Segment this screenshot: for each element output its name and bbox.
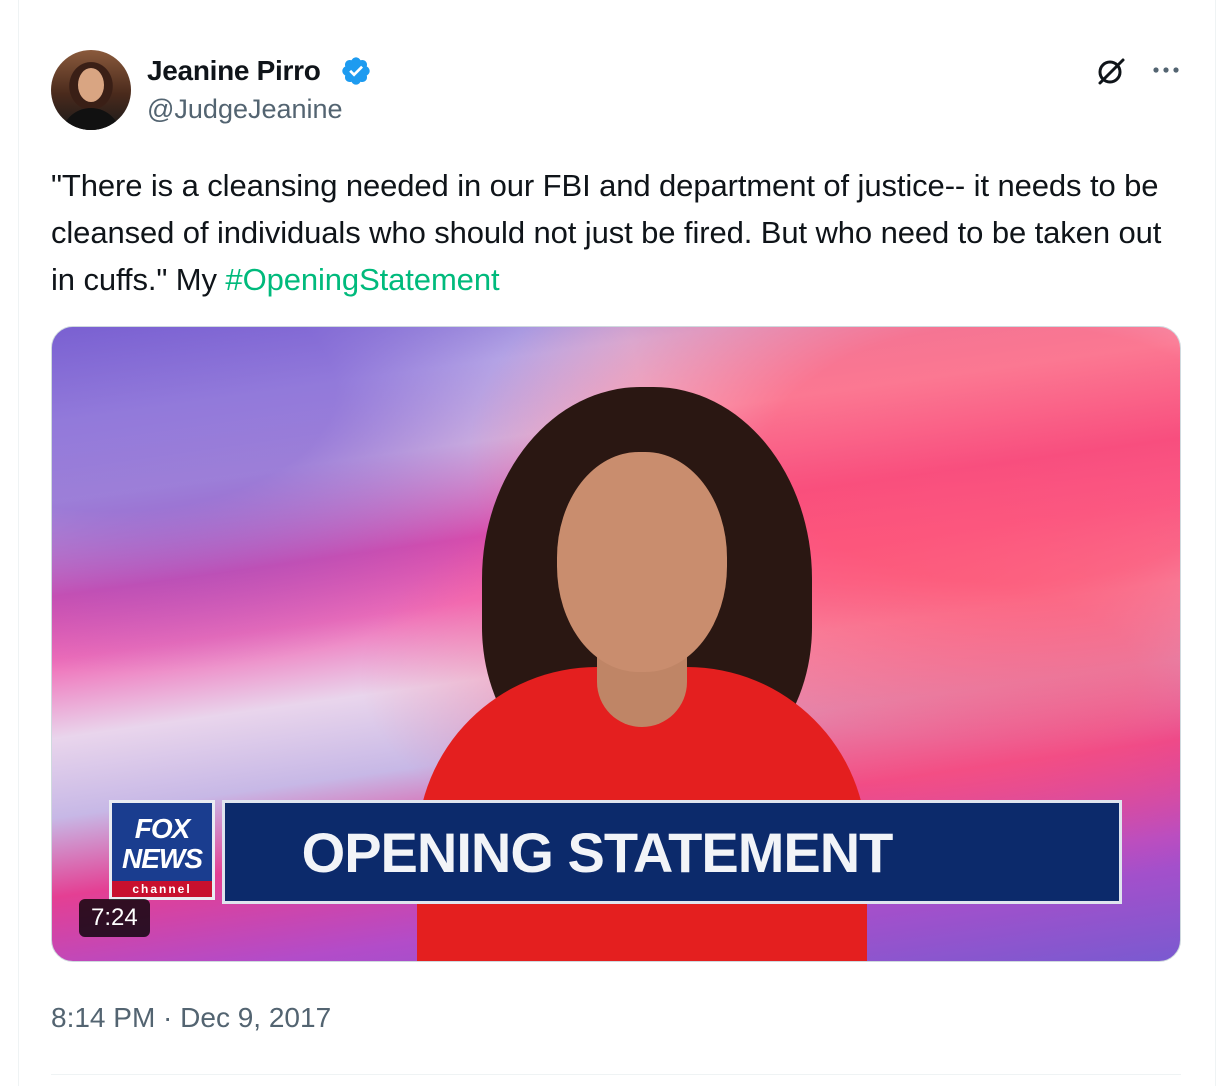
avatar[interactable] [51,50,131,130]
lower-third-banner: OPENING STATEMENT [222,800,1122,904]
video-duration-badge: 7:24 [79,899,150,937]
tweet-timestamp[interactable]: 8:14 PM · Dec 9, 2017 [51,1002,331,1034]
logo-line-fox: FOX [134,813,191,844]
tweet-text: "There is a cleansing needed in our FBI … [51,162,1171,303]
divider [51,1074,1181,1075]
hashtag-link[interactable]: #OpeningStatement [225,262,499,297]
author-name[interactable]: Jeanine Pirro [147,55,321,87]
logo-line-news: NEWS [122,843,203,874]
avatar-dress [61,108,121,130]
grok-icon[interactable] [1095,55,1127,87]
presenter-face [557,452,727,672]
verified-badge-icon [342,57,370,85]
fox-news-logo: FOX NEWS channel [109,800,215,900]
avatar-face [78,68,104,102]
more-icon[interactable] [1148,60,1184,80]
author-handle[interactable]: @JudgeJeanine [147,94,343,125]
logo-line-channel: channel [112,881,212,897]
video-player[interactable]: FOX NEWS channel OPENING STATEMENT 7:24 [51,326,1181,962]
tweet-body: "There is a cleansing needed in our FBI … [51,168,1162,297]
lower-third-title: OPENING STATEMENT [301,820,894,884]
